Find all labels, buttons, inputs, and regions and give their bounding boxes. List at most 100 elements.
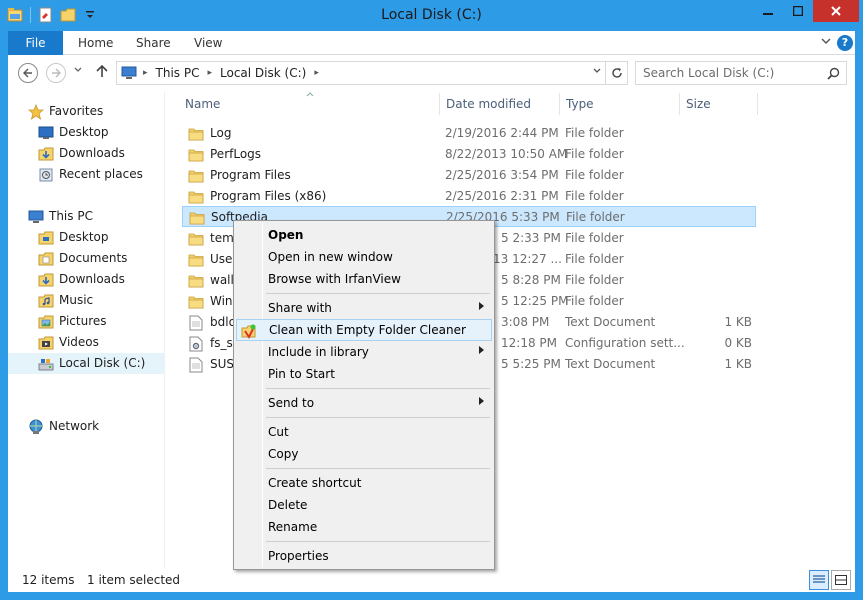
search-icon[interactable] (827, 62, 840, 88)
nav-this-pc-label: This PC (49, 209, 93, 223)
file-date: 2/25/2016 2:31 PM (445, 189, 559, 203)
back-button[interactable] (18, 63, 38, 83)
tab-home[interactable]: Home (78, 31, 113, 55)
expand-ribbon-chevron-icon[interactable] (821, 35, 831, 48)
folder-icon (188, 252, 204, 268)
breadcrumb-separator-icon[interactable]: ▸ (314, 68, 319, 78)
nav-item-label: Downloads (59, 146, 125, 160)
menu-item-include-in-library[interactable]: Include in library (236, 341, 492, 363)
nav-pc-documents[interactable]: Documents (38, 248, 127, 269)
forward-button[interactable] (46, 63, 66, 83)
file-type: File folder (565, 273, 624, 287)
tab-view[interactable]: View (194, 31, 222, 55)
view-toggle (809, 570, 851, 590)
file-row[interactable]: PerfLogs 8/22/2013 10:50 AM File folder (182, 144, 756, 165)
menu-item-clean-with-empty-folder-cleaner[interactable]: Clean with Empty Folder Cleaner (236, 319, 492, 341)
tab-file[interactable]: File (8, 31, 63, 55)
nav-pc-music[interactable]: Music (38, 290, 93, 311)
file-type: File folder (565, 147, 624, 161)
tab-share[interactable]: Share (136, 31, 171, 55)
breadcrumb-separator-icon[interactable]: ▸ (207, 68, 212, 78)
file-type: File folder (565, 252, 624, 266)
menu-item-label: Send to (268, 396, 315, 410)
large-icons-view-icon[interactable] (831, 570, 851, 590)
close-button[interactable] (813, 0, 859, 22)
file-type: File folder (565, 126, 624, 140)
menu-item-cut[interactable]: Cut (236, 421, 492, 443)
status-bar: 12 items 1 item selected (8, 568, 855, 592)
address-history-chevron-icon[interactable] (593, 66, 601, 77)
menu-item-share-with[interactable]: Share with (236, 297, 492, 319)
help-icon[interactable]: ? (837, 35, 853, 51)
column-divider[interactable] (679, 93, 680, 115)
file-date: 3:08 PM (501, 315, 550, 329)
breadcrumb-local-disk[interactable]: Local Disk (C:) (220, 66, 306, 80)
nav-this-pc[interactable]: This PC (28, 206, 93, 227)
star-icon (28, 103, 44, 120)
file-name-cell: Program Files (x86) (188, 186, 438, 207)
local-disk-icon (38, 356, 54, 372)
menu-separator (266, 541, 490, 542)
refresh-button[interactable] (605, 62, 627, 84)
file-row[interactable]: Program Files 2/25/2016 3:54 PM File folde… (182, 165, 756, 186)
column-header-size[interactable]: Size (686, 91, 711, 117)
column-divider[interactable] (559, 93, 560, 115)
nav-pc-videos[interactable]: Videos (38, 332, 99, 353)
selected-count: 1 item selected (87, 573, 181, 587)
file-date: 5 2:33 PM (501, 231, 561, 245)
column-header-name[interactable]: Name (185, 91, 220, 117)
nav-pc-desktop[interactable]: Desktop (38, 227, 109, 248)
nav-fav-desktop[interactable]: Desktop (38, 122, 109, 143)
file-row[interactable]: Log 2/19/2016 2:44 PM File folder (182, 123, 756, 144)
menu-item-label: Copy (268, 447, 299, 461)
menu-item-create-shortcut[interactable]: Create shortcut (236, 472, 492, 494)
menu-item-open[interactable]: Open (236, 224, 492, 246)
menu-item-rename[interactable]: Rename (236, 516, 492, 538)
file-date: 5 8:28 PM (501, 273, 561, 287)
menu-item-delete[interactable]: Delete (236, 494, 492, 516)
recent-locations-chevron-icon[interactable] (74, 66, 82, 76)
maximize-button[interactable] (783, 0, 813, 22)
column-header-date-modified[interactable]: Date modified (446, 91, 531, 117)
details-view-icon[interactable] (809, 570, 829, 590)
breadcrumb-separator-icon[interactable]: ▸ (143, 68, 148, 78)
menu-item-browse-with-irfanview[interactable]: Browse with IrfanView (236, 268, 492, 290)
window-controls (753, 0, 859, 22)
menu-item-copy[interactable]: Copy (236, 443, 492, 465)
nav-pc-pictures[interactable]: Pictures (38, 311, 107, 332)
menu-separator (266, 293, 490, 294)
submenu-arrow-icon (479, 297, 484, 319)
file-type: File folder (566, 210, 625, 224)
menu-separator (266, 468, 490, 469)
nav-fav-recent-places[interactable]: Recent places (38, 164, 143, 185)
file-type: Text Document (565, 357, 656, 371)
nav-item-label: Desktop (59, 230, 109, 244)
file-row[interactable]: Program Files (x86) 2/25/2016 2:31 PM File… (182, 186, 756, 207)
nav-item-label: Local Disk (C:) (59, 356, 146, 370)
pictures-folder-icon (38, 314, 54, 330)
nav-network[interactable]: Network (28, 416, 99, 437)
nav-pc-local-disk[interactable]: Local Disk (C:) (8, 353, 164, 374)
menu-item-open-in-new-window[interactable]: Open in new window (236, 246, 492, 268)
menu-item-send-to[interactable]: Send to (236, 392, 492, 414)
minimize-button[interactable] (753, 0, 783, 22)
downloads-folder-icon (38, 146, 54, 162)
nav-pc-downloads[interactable]: Downloads (38, 269, 125, 290)
nav-fav-downloads[interactable]: Downloads (38, 143, 125, 164)
file-type: Configuration sett... (565, 336, 685, 350)
menu-item-pin-to-start[interactable]: Pin to Start (236, 363, 492, 385)
up-button[interactable] (96, 64, 108, 82)
search-input[interactable]: Search Local Disk (C:) (635, 61, 847, 85)
column-divider[interactable] (757, 93, 758, 115)
nav-item-label: Documents (59, 251, 128, 265)
computer-icon (28, 209, 44, 225)
column-divider[interactable] (439, 93, 440, 115)
menu-item-properties[interactable]: Properties (236, 545, 492, 567)
desktop-folder-icon (38, 230, 54, 246)
column-header-type[interactable]: Type (566, 91, 594, 117)
ribbon-tabs: File Home Share View ? (8, 31, 855, 55)
nav-favorites[interactable]: Favorites (28, 101, 103, 122)
breadcrumb-this-pc[interactable]: This PC (156, 66, 200, 80)
file-name: Log (210, 126, 232, 140)
address-bar[interactable]: ▸ This PC ▸ Local Disk (C:) ▸ (116, 61, 628, 85)
